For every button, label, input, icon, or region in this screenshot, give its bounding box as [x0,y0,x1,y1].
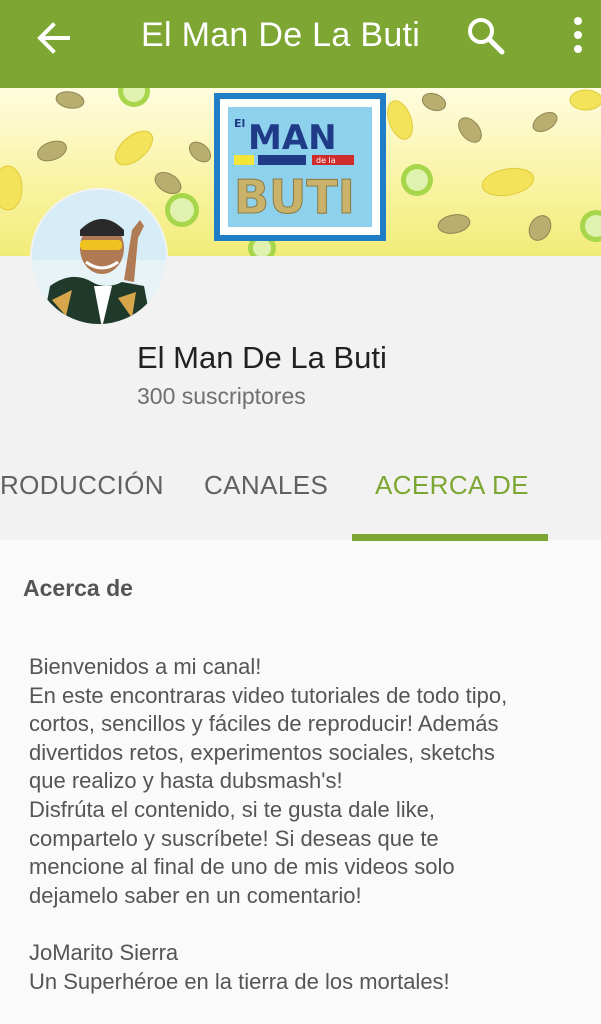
about-line: dejamelo saber en un comentario! [29,882,362,908]
avatar[interactable] [30,188,168,326]
svg-text:de la: de la [316,156,336,165]
tab-acerca-de[interactable]: ACERCA DE [375,470,529,501]
about-line: Disfrúta el contenido, si te gusta dale … [29,796,436,822]
page-title: El Man De La Buti [141,16,421,54]
more-options-button[interactable] [560,14,596,58]
about-line: compartelo y suscríbete! Si deseas que t… [29,825,439,851]
tab-bar: RODUCCIÓN CANALES ACERCA DE [0,456,601,541]
logo-artwork: El MAN de la BUTI [234,117,356,225]
svg-text:MAN: MAN [248,118,337,158]
about-section: Acerca de Bienvenidos a mi canal! En est… [0,541,601,1024]
tab-canales[interactable]: CANALES [204,470,328,501]
about-line: que realizo y hasta dubsmash's! [29,768,343,794]
channel-name: El Man De La Buti [137,340,387,375]
subscriber-count: 300 suscriptores [137,383,306,409]
about-line: Un Superhéroe en la tierra de los mortal… [29,968,450,994]
about-line: cortos, sencillos y fáciles de reproduci… [29,711,499,737]
back-button[interactable] [34,18,74,58]
about-line: Bienvenidos a mi canal! [29,654,262,679]
about-description: Bienvenidos a mi canal! En este encontra… [29,653,589,996]
channel-logo: El MAN de la BUTI [214,93,386,241]
search-icon [468,18,505,55]
section-title: Acerca de [23,575,133,601]
search-button[interactable] [466,16,506,56]
more-vert-icon [574,17,582,53]
about-line: JoMarito Sierra [29,939,179,965]
about-line-blank [29,910,589,939]
svg-text:El: El [234,117,245,130]
svg-text:BUTI: BUTI [234,170,355,224]
avatar-photo [32,190,166,324]
active-tab-indicator [352,534,548,541]
tab-produccion[interactable]: RODUCCIÓN [0,470,164,501]
about-line: divertidos retos, experimentos sociales,… [29,739,495,765]
about-line: En este encontraras video tutoriales de … [29,682,508,708]
about-line: mencione al final de uno de mis videos s… [29,854,455,880]
app-bar: El Man De La Buti [0,0,601,88]
arrow-left-icon [37,22,70,54]
